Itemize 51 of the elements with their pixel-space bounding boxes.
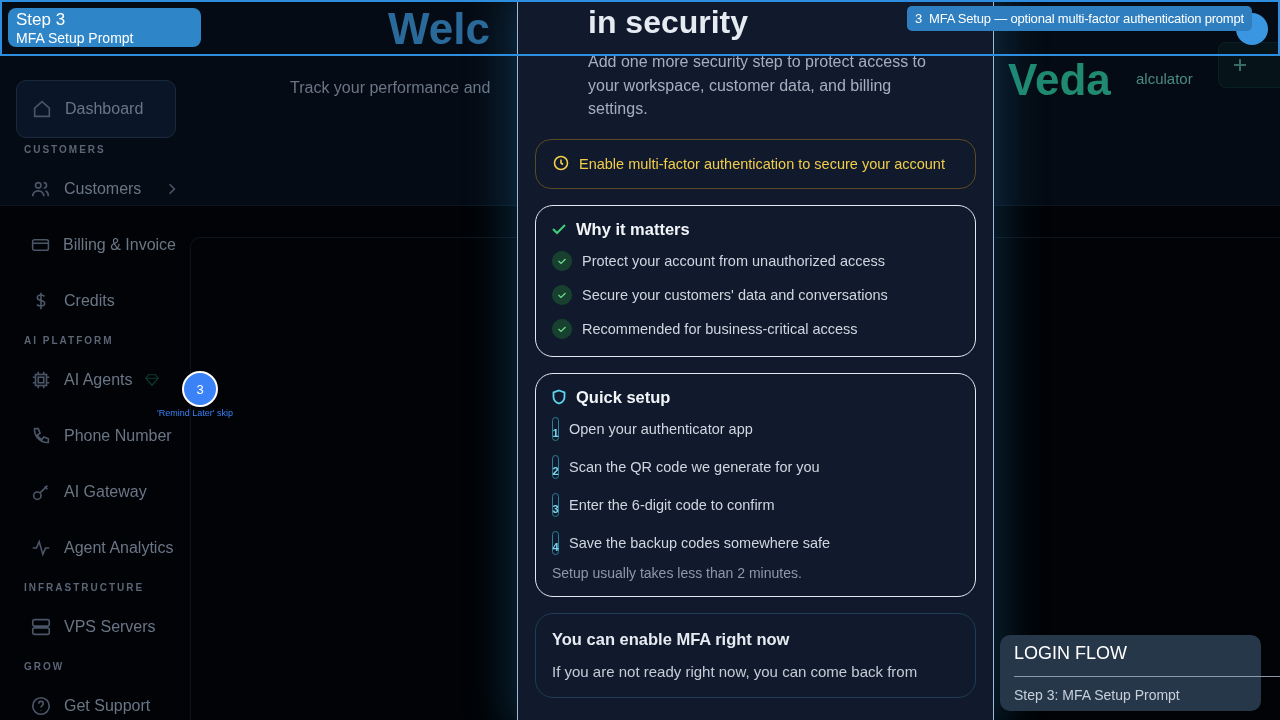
sidebar-item[interactable]: Dashboard <box>16 80 176 138</box>
benefit-text: Recommended for business-critical access <box>582 320 858 337</box>
sidebar-item[interactable]: Customers <box>0 174 176 204</box>
calculator-link[interactable]: alculator <box>1136 70 1193 87</box>
benefit-text: Secure your customers' data and conversations <box>582 286 888 303</box>
home-icon <box>31 98 53 120</box>
hero-heading: Veda <box>1008 58 1111 102</box>
hotspot-marker[interactable]: 3 <box>182 371 218 407</box>
create-button[interactable] <box>1218 42 1280 88</box>
step-text: Open your authenticator app <box>569 420 753 437</box>
sidebar-item[interactable]: AI Agents <box>0 365 176 395</box>
plus-icon <box>1233 58 1247 72</box>
card-title: Quick setup <box>576 387 671 407</box>
step-text: Save the backup codes somewhere safe <box>569 534 831 551</box>
flow-title: LOGIN FLOW <box>1014 643 1280 677</box>
help-icon <box>30 695 52 717</box>
sidebar-item[interactable]: Phone Number <box>0 421 176 451</box>
modal-title: in security <box>588 3 749 42</box>
warning-text: Enable multi-factor authentication to secure your account <box>579 154 945 174</box>
sidebar-item[interactable]: Credits <box>0 286 176 316</box>
step-text: Scan the QR code we generate for you <box>569 458 820 475</box>
section-label: INFRASTRUCTURE <box>23 581 146 595</box>
step-label: Step 3 <box>16 10 67 30</box>
modal-subtitle: Add one more security step to protect access to your workspace, customer data, and billing settings. <box>588 52 927 119</box>
chip-icon <box>30 369 52 391</box>
step-number: 3 <box>915 11 923 26</box>
card-title: Why it matters <box>576 219 690 239</box>
step-title: MFA Setup Prompt <box>16 30 135 46</box>
section-label: GROW <box>23 660 66 674</box>
sidebar-item[interactable]: VPS Servers <box>0 612 176 642</box>
section-label: AI PLATFORM <box>23 334 115 348</box>
setup-note: Setup usually takes less than 2 minutes. <box>552 564 803 581</box>
card-text: If you are not ready right now, you can come back from <box>552 662 919 681</box>
hotspot-label: 'Remind Later' skip <box>157 408 233 418</box>
check-icon <box>552 223 566 235</box>
sidebar-item[interactable]: Billing & Invoice <box>0 230 176 260</box>
pulse-icon <box>30 537 52 559</box>
server-icon <box>30 616 52 638</box>
step-text: Enter the 6-digit code to confirm <box>569 496 775 513</box>
benefit-text: Protect your account from unauthorized access <box>582 252 886 269</box>
sidebar-item[interactable]: AI Gateway <box>0 477 176 507</box>
sidebar-item[interactable]: Agent Analytics <box>0 533 176 563</box>
caption-text: MFA Setup — optional multi-factor authentication prompt <box>929 11 1244 26</box>
card-title: You can enable MFA right now <box>552 629 791 649</box>
page-subtitle: Track your performance and <box>290 78 491 98</box>
hero-heading: Welc <box>388 7 490 51</box>
sidebar-item[interactable]: Get Support <box>0 691 176 720</box>
section-label: CUSTOMERS <box>23 143 107 157</box>
flow-step: Step 3: MFA Setup Prompt <box>1014 687 1261 703</box>
shield-icon <box>552 389 566 405</box>
clock-icon <box>553 154 569 171</box>
